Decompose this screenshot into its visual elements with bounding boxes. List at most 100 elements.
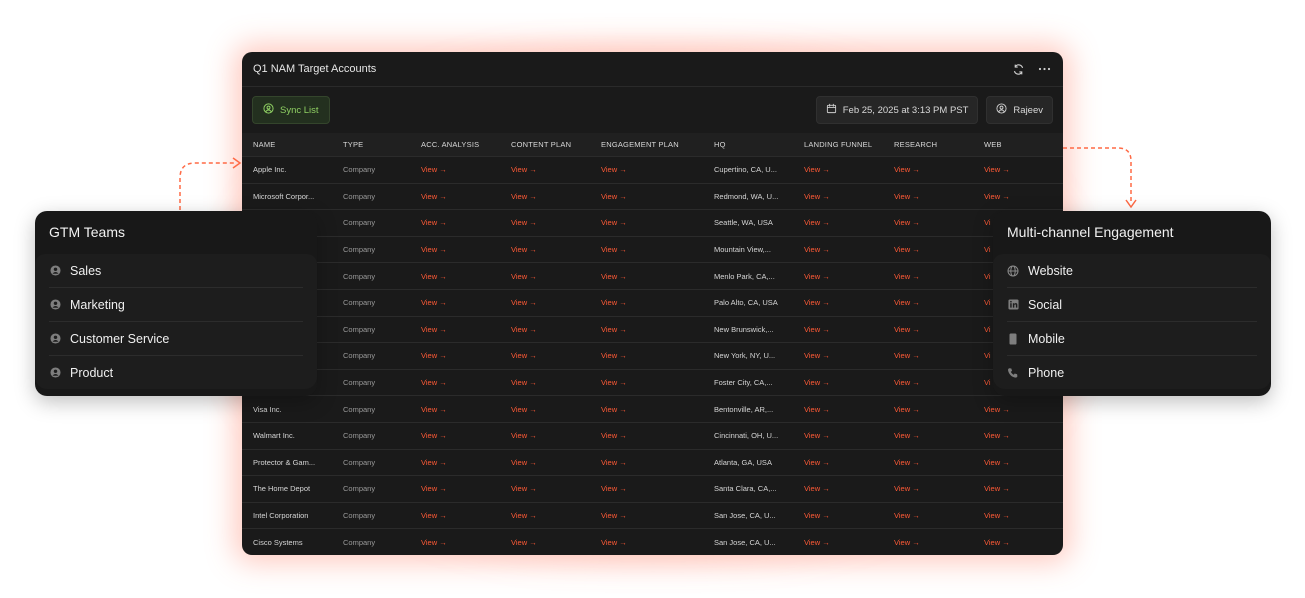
view-link[interactable]: View → (410, 421, 500, 450)
table-row[interactable]: ...CompanyView →View →View →New Brunswic… (242, 315, 1063, 343)
view-link[interactable]: View → (410, 156, 500, 184)
column-header[interactable]: TYPE (332, 133, 410, 157)
view-link[interactable]: View → (793, 528, 883, 555)
view-link[interactable]: View → (883, 528, 973, 555)
view-link[interactable]: View → (410, 528, 500, 555)
view-link[interactable]: View → (500, 448, 590, 476)
view-link[interactable]: View → (590, 262, 703, 290)
view-link[interactable]: View → (500, 395, 590, 423)
view-link[interactable]: View → (410, 288, 500, 317)
channel-item[interactable]: Phone (1007, 356, 1257, 389)
view-link[interactable]: View → (973, 421, 1063, 450)
view-link[interactable]: View → (410, 262, 500, 290)
view-link[interactable]: View → (410, 448, 500, 476)
view-link[interactable]: View → (500, 235, 590, 263)
view-link[interactable]: View → (883, 209, 973, 237)
channel-item[interactable]: Social (1007, 288, 1257, 322)
view-link[interactable]: View → (973, 501, 1063, 529)
table-row[interactable]: Apple Inc. Company View → View → View → Cuper… (242, 156, 1063, 184)
view-link[interactable]: View → (793, 288, 883, 317)
view-link[interactable]: View → (410, 209, 500, 237)
view-link[interactable]: View → (973, 528, 1063, 555)
view-link[interactable]: View → (883, 182, 973, 210)
view-link[interactable]: View → (500, 288, 590, 317)
gtm-team-item[interactable]: Customer Service (49, 322, 303, 356)
table-row[interactable]: Microsoft Corpor... Company View → View → Vi… (242, 182, 1063, 210)
view-link[interactable]: View → (590, 342, 703, 370)
sync-list-button[interactable]: Sync List (252, 96, 330, 124)
view-link[interactable]: View → (793, 209, 883, 237)
view-link[interactable]: View → (793, 182, 883, 210)
view-link[interactable]: View → (500, 528, 590, 555)
view-link[interactable]: View → (590, 288, 703, 317)
view-link[interactable]: View → (883, 342, 973, 370)
column-header[interactable]: ACC. ANALYSIS (410, 133, 500, 157)
more-icon[interactable] (1036, 61, 1052, 77)
view-link[interactable]: View → (973, 475, 1063, 503)
view-link[interactable]: View → (410, 182, 500, 210)
column-header[interactable]: LANDING FUNNEL (793, 133, 883, 157)
view-link[interactable]: View → (883, 475, 973, 503)
view-link[interactable]: View → (590, 182, 703, 210)
gtm-team-item[interactable]: Sales (49, 254, 303, 288)
table-row[interactable]: Protector & Gam... Company View → View → Vie… (242, 448, 1063, 476)
view-link[interactable]: View → (410, 315, 500, 343)
view-link[interactable]: View → (883, 262, 973, 290)
table-row[interactable]: The Home Depot Company View → View → View → S… (242, 475, 1063, 503)
view-link[interactable]: View → (590, 315, 703, 343)
refresh-icon[interactable] (1010, 61, 1026, 77)
table-row[interactable]: Company View → View → View → Mountain View,.… (242, 235, 1063, 263)
column-header[interactable]: RESEARCH (883, 133, 973, 157)
view-link[interactable]: View → (883, 288, 973, 317)
view-link[interactable]: View → (500, 475, 590, 503)
view-link[interactable]: View → (590, 421, 703, 450)
table-row[interactable]: sCompanyView →View →View →New York, NY, … (242, 342, 1063, 370)
column-header[interactable]: CONTENT PLAN (500, 133, 590, 157)
view-link[interactable]: View → (793, 501, 883, 529)
view-link[interactable]: View → (883, 368, 973, 396)
view-link[interactable]: View → (500, 315, 590, 343)
gtm-team-item[interactable]: Marketing (49, 288, 303, 322)
column-header[interactable]: ENGAGEMENT PLAN (590, 133, 703, 157)
view-link[interactable]: View → (793, 235, 883, 263)
view-link[interactable]: View → (500, 421, 590, 450)
view-link[interactable]: View → (973, 156, 1063, 184)
view-link[interactable]: View → (793, 156, 883, 184)
view-link[interactable]: View → (590, 368, 703, 396)
view-link[interactable]: View → (500, 368, 590, 396)
channel-item[interactable]: Mobile (1007, 322, 1257, 356)
table-row[interactable]: ...CompanyView →View →View →Foster City,… (242, 368, 1063, 396)
timestamp-chip[interactable]: Feb 25, 2025 at 3:13 PM PST (815, 96, 979, 124)
view-link[interactable]: View → (590, 156, 703, 184)
view-link[interactable]: View → (973, 448, 1063, 476)
table-row[interactable]: Cisco Systems Company View → View → View → Sa… (242, 528, 1063, 555)
view-link[interactable]: View → (793, 342, 883, 370)
column-header[interactable]: HQ (703, 133, 793, 157)
view-link[interactable]: View → (883, 156, 973, 184)
view-link[interactable]: View → (590, 209, 703, 237)
view-link[interactable]: View → (500, 182, 590, 210)
view-link[interactable]: View → (590, 395, 703, 423)
view-link[interactable]: View → (590, 235, 703, 263)
view-link[interactable]: View → (590, 448, 703, 476)
view-link[interactable]: View → (883, 235, 973, 263)
view-link[interactable]: View → (410, 235, 500, 263)
table-row[interactable]: Company View → View → View → Palo Alto, CA, … (242, 288, 1063, 317)
view-link[interactable]: View → (590, 528, 703, 555)
view-link[interactable]: View → (883, 421, 973, 450)
view-link[interactable]: View → (500, 262, 590, 290)
view-link[interactable]: View → (883, 395, 973, 423)
view-link[interactable]: View → (500, 156, 590, 184)
view-link[interactable]: View → (500, 209, 590, 237)
view-link[interactable]: View → (793, 475, 883, 503)
view-link[interactable]: View → (793, 262, 883, 290)
view-link[interactable]: View → (793, 315, 883, 343)
table-row[interactable]: Company View → View → View → Seattle, WA, US… (242, 209, 1063, 237)
table-row[interactable]: Intel Corporation Company View → View → View… (242, 501, 1063, 529)
column-header[interactable]: NAME (242, 133, 332, 157)
gtm-team-item[interactable]: Product (49, 356, 303, 389)
view-link[interactable]: View → (793, 448, 883, 476)
view-link[interactable]: View → (883, 448, 973, 476)
view-link[interactable]: View → (500, 501, 590, 529)
channel-item[interactable]: Website (1007, 254, 1257, 288)
